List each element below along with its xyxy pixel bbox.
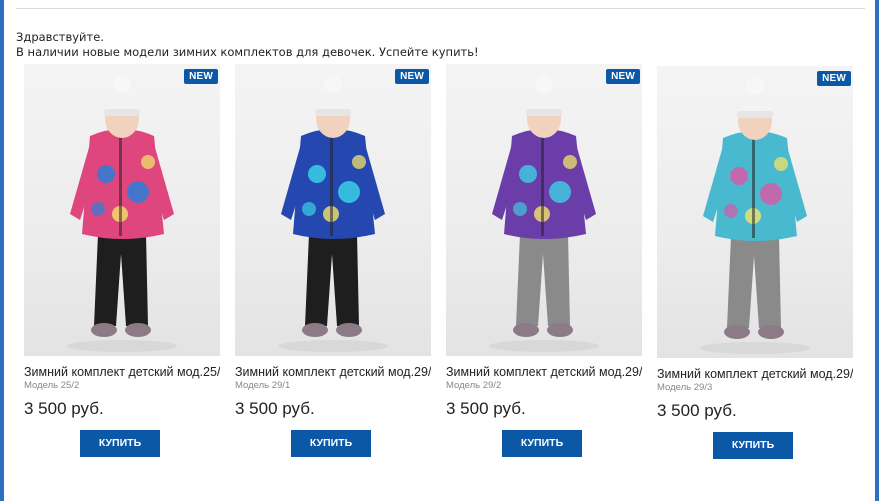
- product-price: 3 500 руб.: [24, 399, 104, 418]
- product-name[interactable]: Зимний комплект детский мод.29/1: [235, 365, 431, 379]
- product-image: [67, 75, 177, 352]
- greeting-text: Здравствуйте. В наличии новые модели зим…: [16, 30, 856, 60]
- new-badge: NEW: [184, 69, 218, 84]
- product-name[interactable]: Зимний комплект детский мод.29/2: [446, 365, 642, 379]
- product-photo[interactable]: NEW: [235, 64, 431, 356]
- greeting-line-2: В наличии новые модели зимних комплектов…: [16, 45, 479, 59]
- new-badge: NEW: [395, 69, 429, 84]
- product-photo[interactable]: NEW: [657, 66, 853, 358]
- product-name[interactable]: Зимний комплект детский мод.25/2: [24, 365, 220, 379]
- top-divider: [16, 8, 865, 9]
- product-card[interactable]: NEW Зимний комплект детский мод.29/1 Мод…: [235, 64, 435, 457]
- buy-button[interactable]: КУПИТЬ: [291, 430, 371, 457]
- product-model: Модель 29/1: [235, 380, 291, 391]
- product-image: [700, 77, 810, 354]
- product-price: 3 500 руб.: [446, 399, 526, 418]
- new-badge: NEW: [606, 69, 640, 84]
- product-name[interactable]: Зимний комплект детский мод.29/3: [657, 367, 853, 381]
- product-model: Модель 25/2: [24, 380, 80, 391]
- window-frame-left: [0, 0, 4, 501]
- product-price: 3 500 руб.: [235, 399, 315, 418]
- window-frame-right: [875, 0, 879, 501]
- buy-button[interactable]: КУПИТЬ: [80, 430, 160, 457]
- product-photo[interactable]: NEW: [446, 64, 642, 356]
- product-image: [489, 75, 599, 352]
- product-photo[interactable]: NEW: [24, 64, 220, 356]
- product-model: Модель 29/2: [446, 380, 502, 391]
- buy-button[interactable]: КУПИТЬ: [502, 430, 582, 457]
- product-image: [278, 75, 388, 352]
- product-card[interactable]: NEW Зимний комплект детский мод.29/3 Мод…: [657, 66, 857, 459]
- new-badge: NEW: [817, 71, 851, 86]
- product-card[interactable]: NEW Зимний комплект детский мод.29/2 Мод…: [446, 64, 646, 457]
- buy-button[interactable]: КУПИТЬ: [713, 432, 793, 459]
- product-model: Модель 29/3: [657, 382, 713, 393]
- product-card[interactable]: NEW Зимний комплект детский мод.25/2 Мод…: [24, 64, 224, 457]
- greeting-line-1: Здравствуйте.: [16, 30, 104, 44]
- product-price: 3 500 руб.: [657, 401, 737, 420]
